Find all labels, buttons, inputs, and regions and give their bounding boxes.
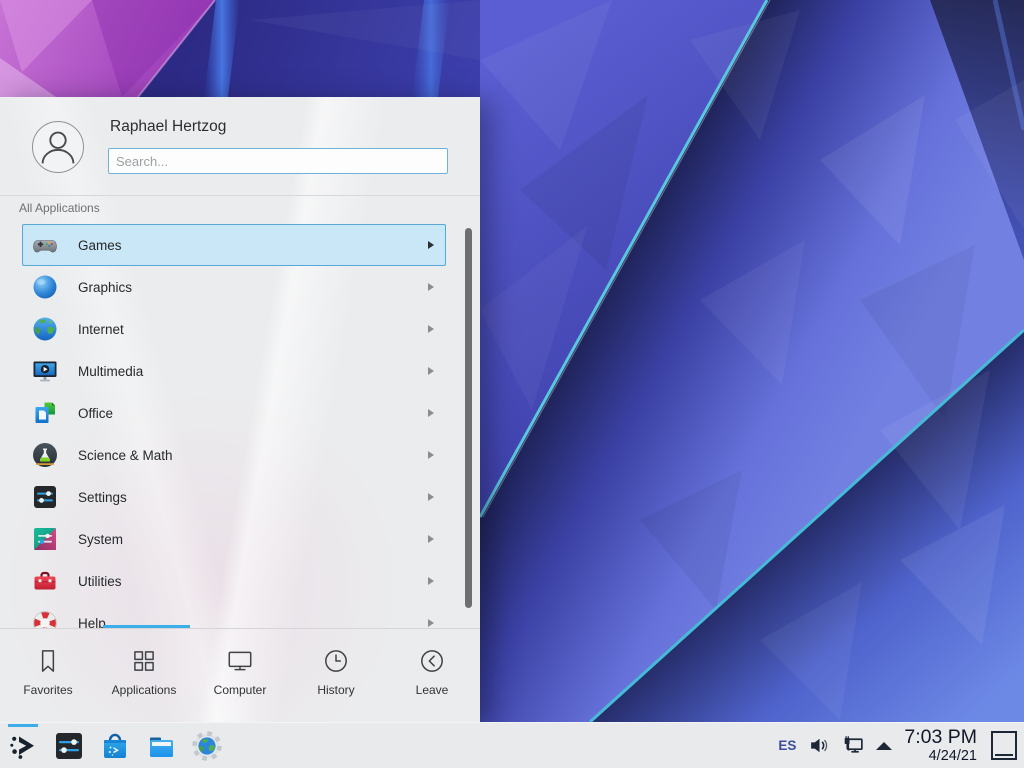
tab-label: Applications bbox=[112, 683, 177, 697]
category-label: Office bbox=[78, 406, 113, 421]
category-label: Graphics bbox=[78, 280, 132, 295]
taskbar: ES 7:03 PM 4/24/21 bbox=[0, 722, 1024, 768]
flask-icon bbox=[31, 441, 59, 469]
digital-clock[interactable]: 7:03 PM 4/24/21 bbox=[904, 728, 977, 764]
tab-history[interactable]: History bbox=[288, 629, 384, 722]
category-label: System bbox=[78, 532, 123, 547]
tab-label: Computer bbox=[214, 683, 267, 697]
chevron-right-icon bbox=[428, 619, 434, 627]
tab-computer[interactable]: Computer bbox=[192, 629, 288, 722]
clock-time: 7:03 PM bbox=[904, 728, 977, 748]
chevron-right-icon bbox=[428, 451, 434, 459]
chevron-right-icon bbox=[428, 409, 434, 417]
system-icon bbox=[31, 525, 59, 553]
tab-label: Favorites bbox=[23, 683, 72, 697]
network-icon[interactable] bbox=[842, 734, 865, 757]
user-name: Raphael Hertzog bbox=[110, 118, 226, 136]
grid-icon bbox=[129, 646, 159, 676]
category-help[interactable]: Help bbox=[22, 602, 446, 628]
category-system[interactable]: System bbox=[22, 518, 446, 560]
chevron-right-icon bbox=[428, 241, 434, 249]
chevron-right-icon bbox=[428, 367, 434, 375]
gamepad-icon bbox=[31, 231, 59, 259]
category-internet[interactable]: Internet bbox=[22, 308, 446, 350]
taskbar-file-manager-button[interactable] bbox=[146, 731, 176, 761]
settings-sliders-icon bbox=[54, 731, 84, 761]
chevron-right-icon bbox=[428, 325, 434, 333]
lifebuoy-icon bbox=[31, 609, 59, 628]
clock-date: 4/24/21 bbox=[904, 749, 977, 764]
category-label: Science & Math bbox=[78, 448, 173, 463]
taskbar-system-settings-button[interactable] bbox=[54, 731, 84, 761]
avatar[interactable] bbox=[32, 121, 84, 173]
chevron-right-icon bbox=[428, 535, 434, 543]
keyboard-layout-indicator[interactable]: ES bbox=[778, 738, 796, 753]
sphere-icon bbox=[31, 273, 59, 301]
clock-icon bbox=[321, 646, 351, 676]
header-divider bbox=[0, 195, 480, 196]
chevron-right-icon bbox=[428, 577, 434, 585]
tab-label: History bbox=[317, 683, 354, 697]
chevron-right-icon bbox=[428, 283, 434, 291]
tab-leave[interactable]: Leave bbox=[384, 629, 480, 722]
category-list: Games Graphics bbox=[0, 224, 480, 628]
taskbar-software-center-button[interactable] bbox=[100, 731, 130, 761]
category-utilities[interactable]: Utilities bbox=[22, 560, 446, 602]
monitor-icon bbox=[225, 646, 255, 676]
category-label: Settings bbox=[78, 490, 127, 505]
desktop: Raphael Hertzog All Applications Games bbox=[0, 0, 1024, 768]
section-label: All Applications bbox=[19, 201, 100, 215]
category-office[interactable]: Office bbox=[22, 392, 446, 434]
category-label: Multimedia bbox=[78, 364, 143, 379]
system-tray: ES 7:03 PM 4/24/21 bbox=[778, 728, 1024, 764]
show-desktop-button[interactable] bbox=[991, 731, 1017, 760]
taskbar-web-browser-button[interactable] bbox=[192, 731, 222, 761]
globe-gear-icon bbox=[192, 731, 222, 761]
category-games[interactable]: Games bbox=[22, 224, 446, 266]
bookmark-icon bbox=[33, 646, 63, 676]
search-input[interactable] bbox=[108, 148, 448, 174]
active-indicator bbox=[8, 724, 38, 727]
category-multimedia[interactable]: Multimedia bbox=[22, 350, 446, 392]
application-launcher-menu: Raphael Hertzog All Applications Games bbox=[0, 97, 480, 722]
category-science-math[interactable]: Science & Math bbox=[22, 434, 446, 476]
globe-icon bbox=[31, 315, 59, 343]
launcher-tab-bar: Favorites Applications Computer History bbox=[0, 629, 480, 722]
category-graphics[interactable]: Graphics bbox=[22, 266, 446, 308]
toolbox-icon bbox=[31, 567, 59, 595]
tab-applications[interactable]: Applications bbox=[96, 629, 192, 722]
folder-icon bbox=[146, 731, 176, 761]
category-label: Utilities bbox=[78, 574, 122, 589]
category-label: Internet bbox=[78, 322, 124, 337]
user-icon bbox=[33, 122, 83, 172]
sliders-icon bbox=[31, 483, 59, 511]
tab-favorites[interactable]: Favorites bbox=[0, 629, 96, 722]
taskbar-app-launcher-button[interactable] bbox=[8, 731, 38, 761]
category-label: Help bbox=[78, 616, 106, 629]
media-monitor-icon bbox=[31, 357, 59, 385]
category-settings[interactable]: Settings bbox=[22, 476, 446, 518]
category-label: Games bbox=[78, 238, 122, 253]
documents-icon bbox=[31, 399, 59, 427]
tray-expander-icon[interactable] bbox=[876, 742, 892, 750]
tab-label: Leave bbox=[416, 683, 449, 697]
volume-icon[interactable] bbox=[808, 734, 831, 757]
scrollbar[interactable] bbox=[465, 228, 472, 608]
leave-icon bbox=[417, 646, 447, 676]
kali-logo-icon bbox=[8, 731, 38, 761]
shopping-bag-icon bbox=[100, 731, 130, 761]
chevron-right-icon bbox=[428, 493, 434, 501]
